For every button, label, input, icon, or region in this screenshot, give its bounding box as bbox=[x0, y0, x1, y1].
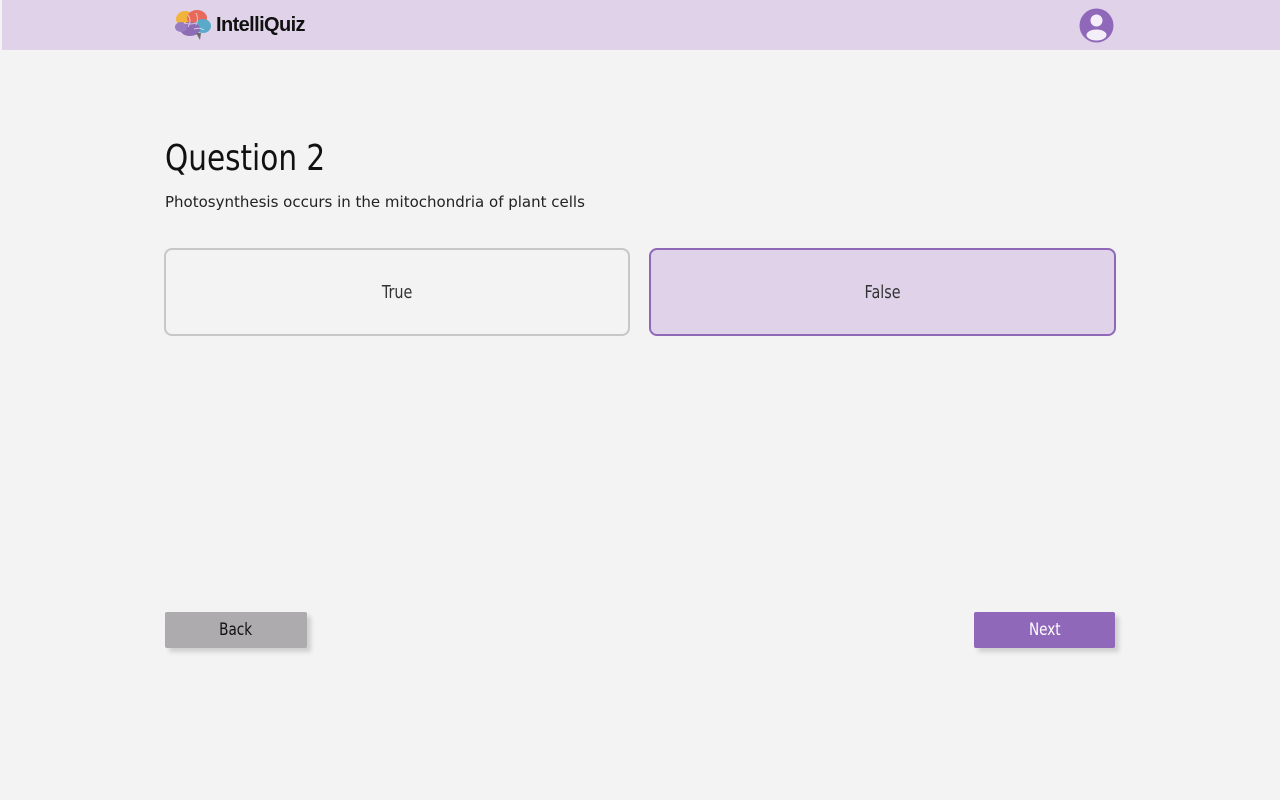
question-text: Photosynthesis occurs in the mitochondri… bbox=[165, 193, 585, 211]
answer-option-false-selected[interactable]: False bbox=[649, 248, 1116, 336]
answer-option-label: False bbox=[864, 281, 901, 303]
answer-option-label: True bbox=[381, 281, 413, 303]
back-button[interactable]: Back bbox=[165, 612, 307, 648]
brain-icon bbox=[175, 10, 211, 40]
user-avatar-button[interactable] bbox=[1079, 8, 1114, 43]
app-logo[interactable]: IntelliQuiz bbox=[174, 9, 306, 41]
answer-option-true[interactable]: True bbox=[164, 248, 630, 336]
next-button[interactable]: Next bbox=[974, 612, 1115, 648]
top-bar: IntelliQuiz bbox=[2, 0, 1280, 50]
question-title: Question 2 bbox=[165, 138, 326, 179]
back-button-label: Back bbox=[219, 620, 253, 640]
user-avatar-icon bbox=[1079, 8, 1114, 43]
app-name: IntelliQuiz bbox=[216, 13, 306, 36]
next-button-label: Next bbox=[1028, 620, 1061, 640]
